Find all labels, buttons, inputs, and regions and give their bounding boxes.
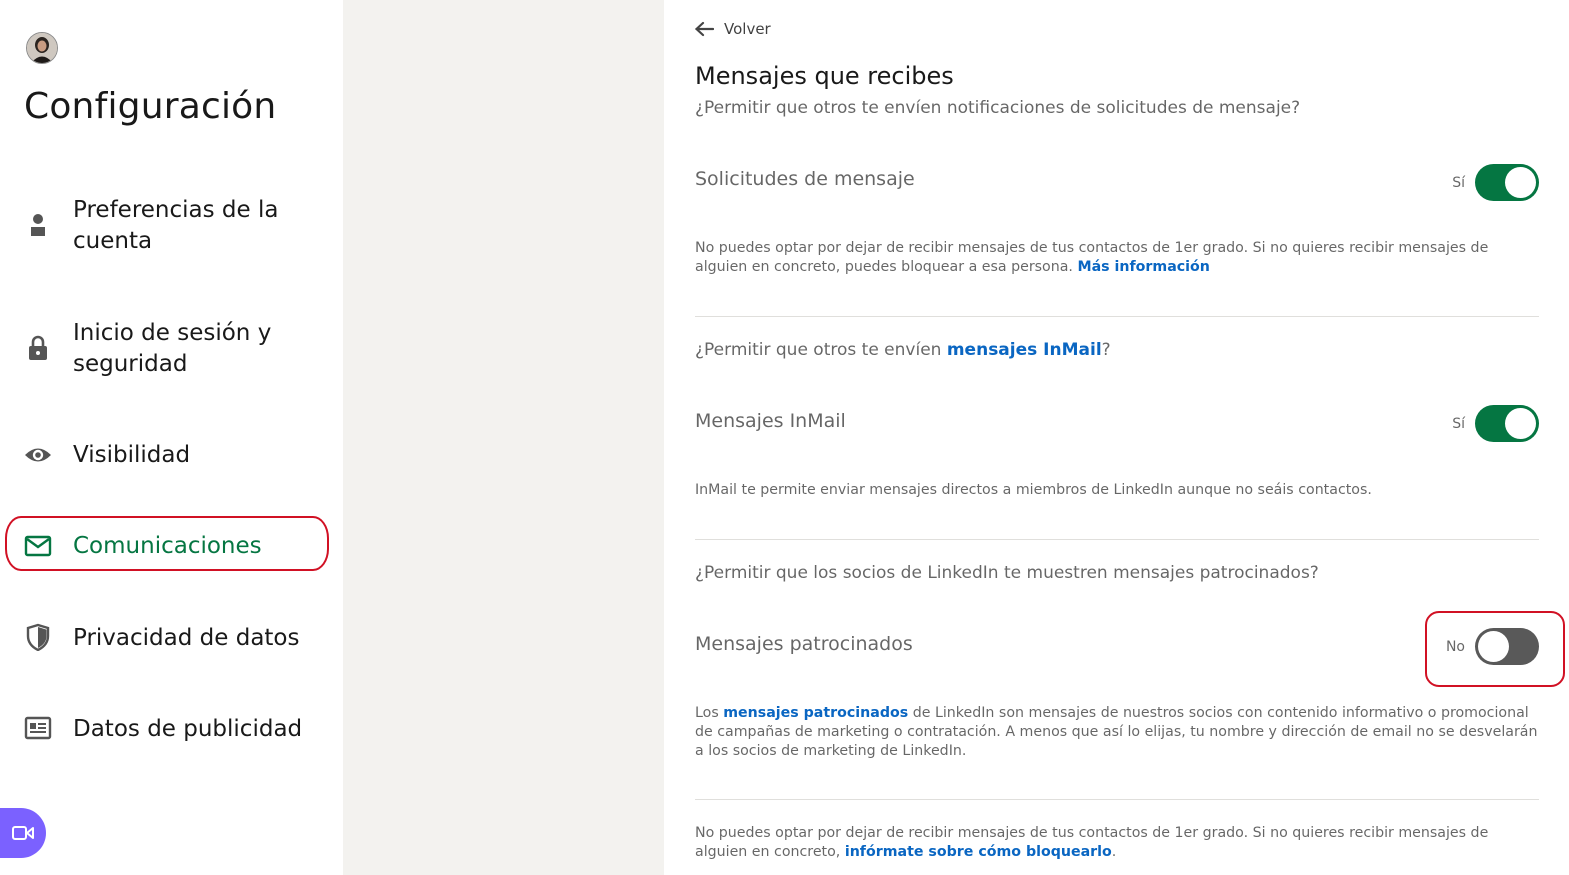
message-requests-toggle[interactable] <box>1475 164 1539 201</box>
divider <box>695 799 1539 800</box>
toggle-knob <box>1505 167 1536 198</box>
sidebar-item-label: Inicio de sesión y <box>73 320 272 346</box>
setting-description: InMail te permite enviar mensajes direct… <box>695 482 1372 498</box>
sidebar: Configuración Preferencias de la cuenta … <box>0 0 343 875</box>
how-to-block-link[interactable]: infórmate sobre cómo bloquearlo <box>845 844 1112 860</box>
sidebar-item-label: seguridad <box>73 351 188 377</box>
footer-text: . <box>1111 844 1117 860</box>
person-icon <box>31 214 45 236</box>
arrow-left-icon <box>694 21 714 37</box>
highlight-annotation <box>1425 611 1565 687</box>
video-camera-icon <box>12 826 34 840</box>
footer-note: No puedes optar por dejar de recibir men… <box>695 824 1540 862</box>
question-text: ¿Permitir que otros te envíen <box>695 340 947 360</box>
video-call-button[interactable] <box>0 808 46 858</box>
shield-icon <box>26 623 50 651</box>
eye-icon <box>25 448 51 462</box>
settings-panel: Volver Mensajes que recibes ¿Permitir qu… <box>664 0 1569 875</box>
page-gutter <box>343 0 664 875</box>
highlight-annotation <box>5 516 329 571</box>
section-subtitle: ¿Permitir que otros te envíen notificaci… <box>695 98 1301 118</box>
question-text: ? <box>1101 340 1111 360</box>
sidebar-item-advertising-data[interactable]: Datos de publicidad <box>0 714 343 748</box>
back-label: Volver <box>724 20 771 38</box>
inmail-toggle[interactable] <box>1475 405 1539 442</box>
setting-label-message-requests: Solicitudes de mensaje <box>695 168 915 190</box>
setting-description: Los mensajes patrocinados de LinkedIn so… <box>695 704 1540 761</box>
back-link[interactable]: Volver <box>694 20 771 38</box>
toggle-state-label: Sí <box>1452 174 1465 191</box>
setting-question: ¿Permitir que otros te envíen mensajes I… <box>695 340 1111 360</box>
sidebar-item-label: Datos de publicidad <box>73 716 303 742</box>
newspaper-icon <box>24 716 52 740</box>
lock-icon <box>29 335 47 360</box>
sidebar-item-label: Privacidad de datos <box>73 625 300 651</box>
setting-label-inmail: Mensajes InMail <box>695 410 846 432</box>
setting-label-sponsored: Mensajes patrocinados <box>695 633 913 655</box>
more-info-link[interactable]: Más información <box>1077 259 1209 275</box>
setting-description: No puedes optar por dejar de recibir men… <box>695 239 1540 277</box>
sidebar-item-visibility[interactable]: Visibilidad <box>0 440 343 474</box>
avatar-image <box>27 33 57 63</box>
toggle-knob <box>1505 408 1536 439</box>
toggle-state-label: Sí <box>1452 415 1465 432</box>
setting-question: ¿Permitir que los socios de LinkedIn te … <box>695 563 1319 583</box>
sidebar-item-label: Visibilidad <box>73 442 191 468</box>
avatar[interactable] <box>26 32 58 64</box>
sidebar-item-account-preferences[interactable]: Preferencias de la cuenta <box>0 195 343 259</box>
section-title: Mensajes que recibes <box>695 62 954 90</box>
inmail-link[interactable]: mensajes InMail <box>947 340 1102 360</box>
sidebar-item-sign-in-security[interactable]: Inicio de sesión y seguridad <box>0 318 343 382</box>
divider <box>695 316 1539 317</box>
page-title: Configuración <box>24 86 277 127</box>
toggle-group-inmail: Sí <box>1452 405 1539 442</box>
sidebar-item-data-privacy[interactable]: Privacidad de datos <box>0 623 343 657</box>
description-text: Los <box>695 705 724 721</box>
sidebar-item-label: Preferencias de la <box>73 197 279 223</box>
toggle-group-message-requests: Sí <box>1452 164 1539 201</box>
divider <box>695 539 1539 540</box>
sidebar-item-label: cuenta <box>73 228 153 254</box>
sponsored-messages-link[interactable]: mensajes patrocinados <box>723 705 908 721</box>
